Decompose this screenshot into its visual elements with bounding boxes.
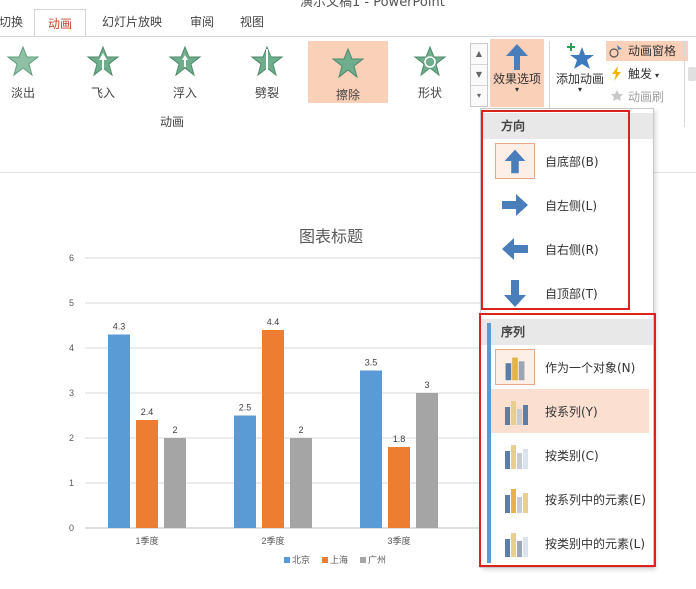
bar: [164, 438, 186, 528]
anim-label: 淡出: [10, 86, 35, 100]
chevron-down-icon: ▾: [655, 71, 660, 80]
animation-painter-button[interactable]: 动画刷: [606, 87, 688, 107]
partial-control-icon: [688, 67, 696, 81]
anim-shape-button[interactable]: 形状: [395, 45, 465, 101]
data-label: 3: [424, 380, 429, 390]
chart[interactable]: 图表标题 0 1 2 3 4 5 6 4.3 2.4 2 1季度 2.5 4.4 2 2季度 3.5 1.8 3 3…: [0, 175, 490, 589]
legend-swatch: [360, 557, 366, 563]
window-title: 演示文稿1 - PowerPoint: [300, 0, 445, 8]
highlight-direction-box: [481, 110, 630, 310]
anim-label: 劈裂: [254, 86, 279, 100]
tab-transitions[interactable]: 切换: [0, 8, 26, 36]
tab-view[interactable]: 视图: [232, 8, 272, 36]
data-label: 4.4: [267, 317, 280, 327]
title-bar: 演示文稿1 - PowerPoint: [0, 0, 696, 8]
legend-swatch: [322, 557, 328, 563]
anim-fade-button[interactable]: 淡出: [0, 45, 58, 101]
wipe-star-icon: [331, 47, 365, 79]
add-animation-label: 添加动画: [555, 72, 604, 86]
y-tick-label: 5: [69, 298, 74, 308]
effect-options-label: 效果选项: [492, 72, 541, 86]
anim-fly-in-button[interactable]: 飞入: [68, 45, 138, 101]
add-animation-star-icon: [567, 43, 594, 69]
bar: [262, 330, 284, 528]
tab-animations[interactable]: 动画: [34, 9, 86, 38]
anim-label: 形状: [417, 86, 442, 100]
y-tick-label: 3: [69, 388, 74, 398]
group-label-animation: 动画: [160, 115, 185, 129]
y-tick-label: 6: [69, 253, 74, 263]
data-label: 2.5: [239, 403, 252, 413]
add-animation-button[interactable]: 添加动画 ▾: [553, 39, 607, 107]
gallery-scrollbar[interactable]: ▲ ▼ ▾: [470, 43, 488, 107]
fade-star-icon: [6, 45, 40, 77]
split-star-icon: [250, 45, 284, 77]
chart-title: 图表标题: [299, 228, 363, 246]
anim-label: 飞入: [90, 86, 115, 100]
x-tick-label: 2季度: [261, 535, 284, 546]
animation-painter-icon: [611, 90, 623, 101]
legend-label: 广州: [368, 554, 386, 565]
chevron-down-icon: ▾: [514, 85, 519, 94]
highlight-sequence-box: [479, 313, 656, 567]
anim-float-in-button[interactable]: 浮入: [150, 45, 220, 101]
x-tick-label: 3季度: [387, 535, 410, 546]
gallery-down-icon[interactable]: ▼: [471, 65, 487, 86]
animation-pane-label: 动画窗格: [628, 44, 677, 58]
animation-painter-label: 动画刷: [628, 90, 665, 104]
data-label: 2: [172, 425, 177, 435]
bar: [290, 438, 312, 528]
bar: [360, 370, 382, 528]
data-label: 3.5: [365, 358, 378, 368]
trigger-button[interactable]: 触发 ▾: [606, 64, 688, 84]
trigger-label: 触发: [628, 67, 653, 81]
legend-swatch: [284, 557, 290, 563]
tab-slideshow[interactable]: 幻灯片放映: [92, 8, 172, 36]
lightning-icon: [612, 66, 621, 81]
animation-pane-icon: [609, 45, 622, 58]
anim-split-button[interactable]: 劈裂: [232, 45, 302, 101]
data-label: 1.8: [393, 434, 406, 444]
y-tick-label: 4: [69, 343, 74, 353]
gallery-up-icon[interactable]: ▲: [471, 44, 487, 65]
bar: [136, 420, 158, 528]
data-label: 2: [298, 425, 303, 435]
anim-label: 浮入: [172, 86, 197, 100]
anim-label: 擦除: [335, 88, 360, 102]
tab-review[interactable]: 审阅: [182, 8, 222, 36]
legend-label: 北京: [292, 554, 310, 565]
arrow-up-icon: [506, 44, 528, 70]
anim-wipe-button[interactable]: 擦除: [308, 41, 388, 103]
ribbon-separator: [684, 41, 685, 127]
float-in-star-icon: [168, 45, 202, 77]
bar: [234, 415, 256, 528]
y-tick-label: 0: [69, 523, 74, 533]
ribbon-tabs: 切换 动画 幻灯片放映 审阅 视图: [0, 8, 696, 38]
animation-pane-button[interactable]: 动画窗格: [606, 41, 688, 61]
y-tick-label: 2: [69, 433, 74, 443]
chevron-down-icon: ▾: [577, 85, 582, 94]
data-label: 4.3: [113, 322, 126, 332]
legend-label: 上海: [330, 554, 348, 565]
shape-star-icon: [413, 45, 447, 77]
data-label: 2.4: [141, 407, 154, 417]
bar: [388, 447, 410, 528]
y-tick-label: 1: [69, 478, 74, 488]
effect-options-button[interactable]: 效果选项 ▾: [490, 39, 544, 107]
gallery-more-icon[interactable]: ▾: [471, 86, 487, 106]
fly-in-star-icon: [86, 45, 120, 77]
x-tick-label: 1季度: [135, 535, 158, 546]
bar: [108, 334, 130, 528]
bar: [416, 393, 438, 528]
